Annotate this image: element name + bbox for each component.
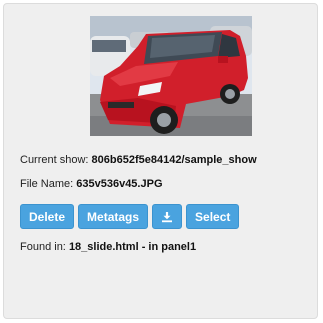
current-show-label: Current show: xyxy=(20,154,89,166)
file-name-value: 635v536v45.JPG xyxy=(76,178,163,190)
download-icon xyxy=(162,211,173,222)
metatags-button[interactable]: Metatags xyxy=(78,204,149,229)
select-button[interactable]: Select xyxy=(186,204,240,229)
file-name-line: File Name: 635v536v45.JPG xyxy=(20,178,163,190)
delete-button[interactable]: Delete xyxy=(20,204,75,229)
file-name-label: File Name: xyxy=(20,178,74,190)
found-in-label: Found in: xyxy=(20,241,66,253)
image-info-panel: Current show: 806b652f5e84142/sample_sho… xyxy=(3,3,318,319)
found-in-value: 18_slide.html - in panel1 xyxy=(68,241,197,253)
image-thumbnail[interactable] xyxy=(90,16,252,136)
action-buttons: Delete Metatags Select xyxy=(20,204,240,229)
current-show-line: Current show: 806b652f5e84142/sample_sho… xyxy=(20,154,257,166)
current-show-value: 806b652f5e84142/sample_show xyxy=(91,154,257,166)
download-button[interactable] xyxy=(152,204,183,229)
found-in-line: Found in: 18_slide.html - in panel1 xyxy=(20,241,196,253)
car-photo xyxy=(90,16,252,136)
